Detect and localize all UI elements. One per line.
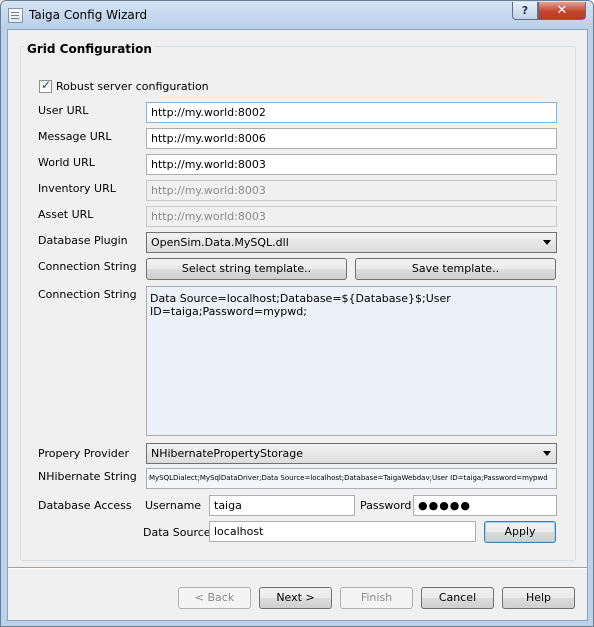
finish-button[interactable]: Finish bbox=[340, 587, 413, 609]
connection-string-label: Connection String bbox=[38, 260, 137, 273]
nhibernate-string-input[interactable]: MySQLDialect;MySqlDataDriver;Data Source… bbox=[146, 468, 557, 489]
inventory-url-label: Inventory URL bbox=[38, 182, 116, 195]
dropdown-arrow-icon[interactable] bbox=[543, 240, 551, 245]
world-url-label: World URL bbox=[38, 156, 95, 169]
username-input[interactable]: taiga bbox=[209, 495, 355, 516]
title-help-button[interactable]: ? bbox=[512, 2, 538, 20]
save-template-button[interactable]: Save template.. bbox=[355, 258, 556, 280]
property-provider-select[interactable]: NHibernatePropertyStorage bbox=[146, 443, 557, 464]
property-provider-label: Propery Provider bbox=[38, 447, 130, 460]
robust-checkbox[interactable]: ✓ bbox=[39, 78, 52, 93]
dropdown-arrow-icon[interactable] bbox=[543, 451, 551, 456]
back-button[interactable]: < Back bbox=[178, 587, 251, 609]
title-bar[interactable]: Taiga Config Wizard ? ✕ bbox=[1, 1, 593, 29]
asset-url-input: http://my.world:8003 bbox=[146, 206, 557, 227]
message-url-input[interactable]: http://my.world:8006 bbox=[146, 128, 557, 149]
window-title: Taiga Config Wizard bbox=[29, 8, 148, 22]
password-label: Password bbox=[360, 499, 412, 512]
username-label: Username bbox=[145, 499, 202, 512]
database-access-label: Database Access bbox=[38, 499, 132, 512]
message-url-label: Message URL bbox=[38, 130, 112, 143]
client-area: Grid Configuration ✓ Robust server confi… bbox=[7, 29, 588, 621]
world-url-input[interactable]: http://my.world:8003 bbox=[146, 154, 557, 175]
password-input[interactable]: ●●●●● bbox=[413, 495, 557, 516]
asset-url-label: Asset URL bbox=[38, 208, 94, 221]
title-close-button[interactable]: ✕ bbox=[538, 2, 586, 20]
user-url-input[interactable]: http://my.world:8002 bbox=[146, 102, 557, 123]
apply-button[interactable]: Apply bbox=[484, 521, 556, 543]
nhibernate-string-label: NHibernate String bbox=[38, 470, 137, 483]
connection-string-textarea[interactable]: Data Source=localhost;Database=${Databas… bbox=[146, 286, 557, 436]
data-source-input[interactable]: localhost bbox=[209, 521, 476, 542]
group-title: Grid Configuration bbox=[24, 42, 155, 56]
database-plugin-select[interactable]: OpenSim.Data.MySQL.dll bbox=[146, 232, 557, 253]
property-provider-value: NHibernatePropertyStorage bbox=[151, 447, 304, 460]
database-plugin-label: Database Plugin bbox=[38, 234, 128, 247]
data-source-label: Data Source bbox=[143, 526, 211, 539]
checkmark-icon: ✓ bbox=[41, 78, 52, 92]
connection-string-label-2: Connection String bbox=[38, 288, 137, 301]
help-button[interactable]: Help bbox=[502, 587, 575, 609]
wizard-window: Taiga Config Wizard ? ✕ Grid Configurati… bbox=[0, 0, 594, 627]
inventory-url-input: http://my.world:8003 bbox=[146, 180, 557, 201]
database-plugin-value: OpenSim.Data.MySQL.dll bbox=[151, 236, 289, 249]
robust-label[interactable]: Robust server configuration bbox=[56, 80, 209, 93]
next-button[interactable]: Next > bbox=[259, 587, 332, 609]
cancel-button[interactable]: Cancel bbox=[421, 587, 494, 609]
user-url-label: User URL bbox=[38, 104, 89, 117]
app-window-icon bbox=[8, 8, 23, 23]
select-string-template-button[interactable]: Select string template.. bbox=[146, 258, 347, 280]
